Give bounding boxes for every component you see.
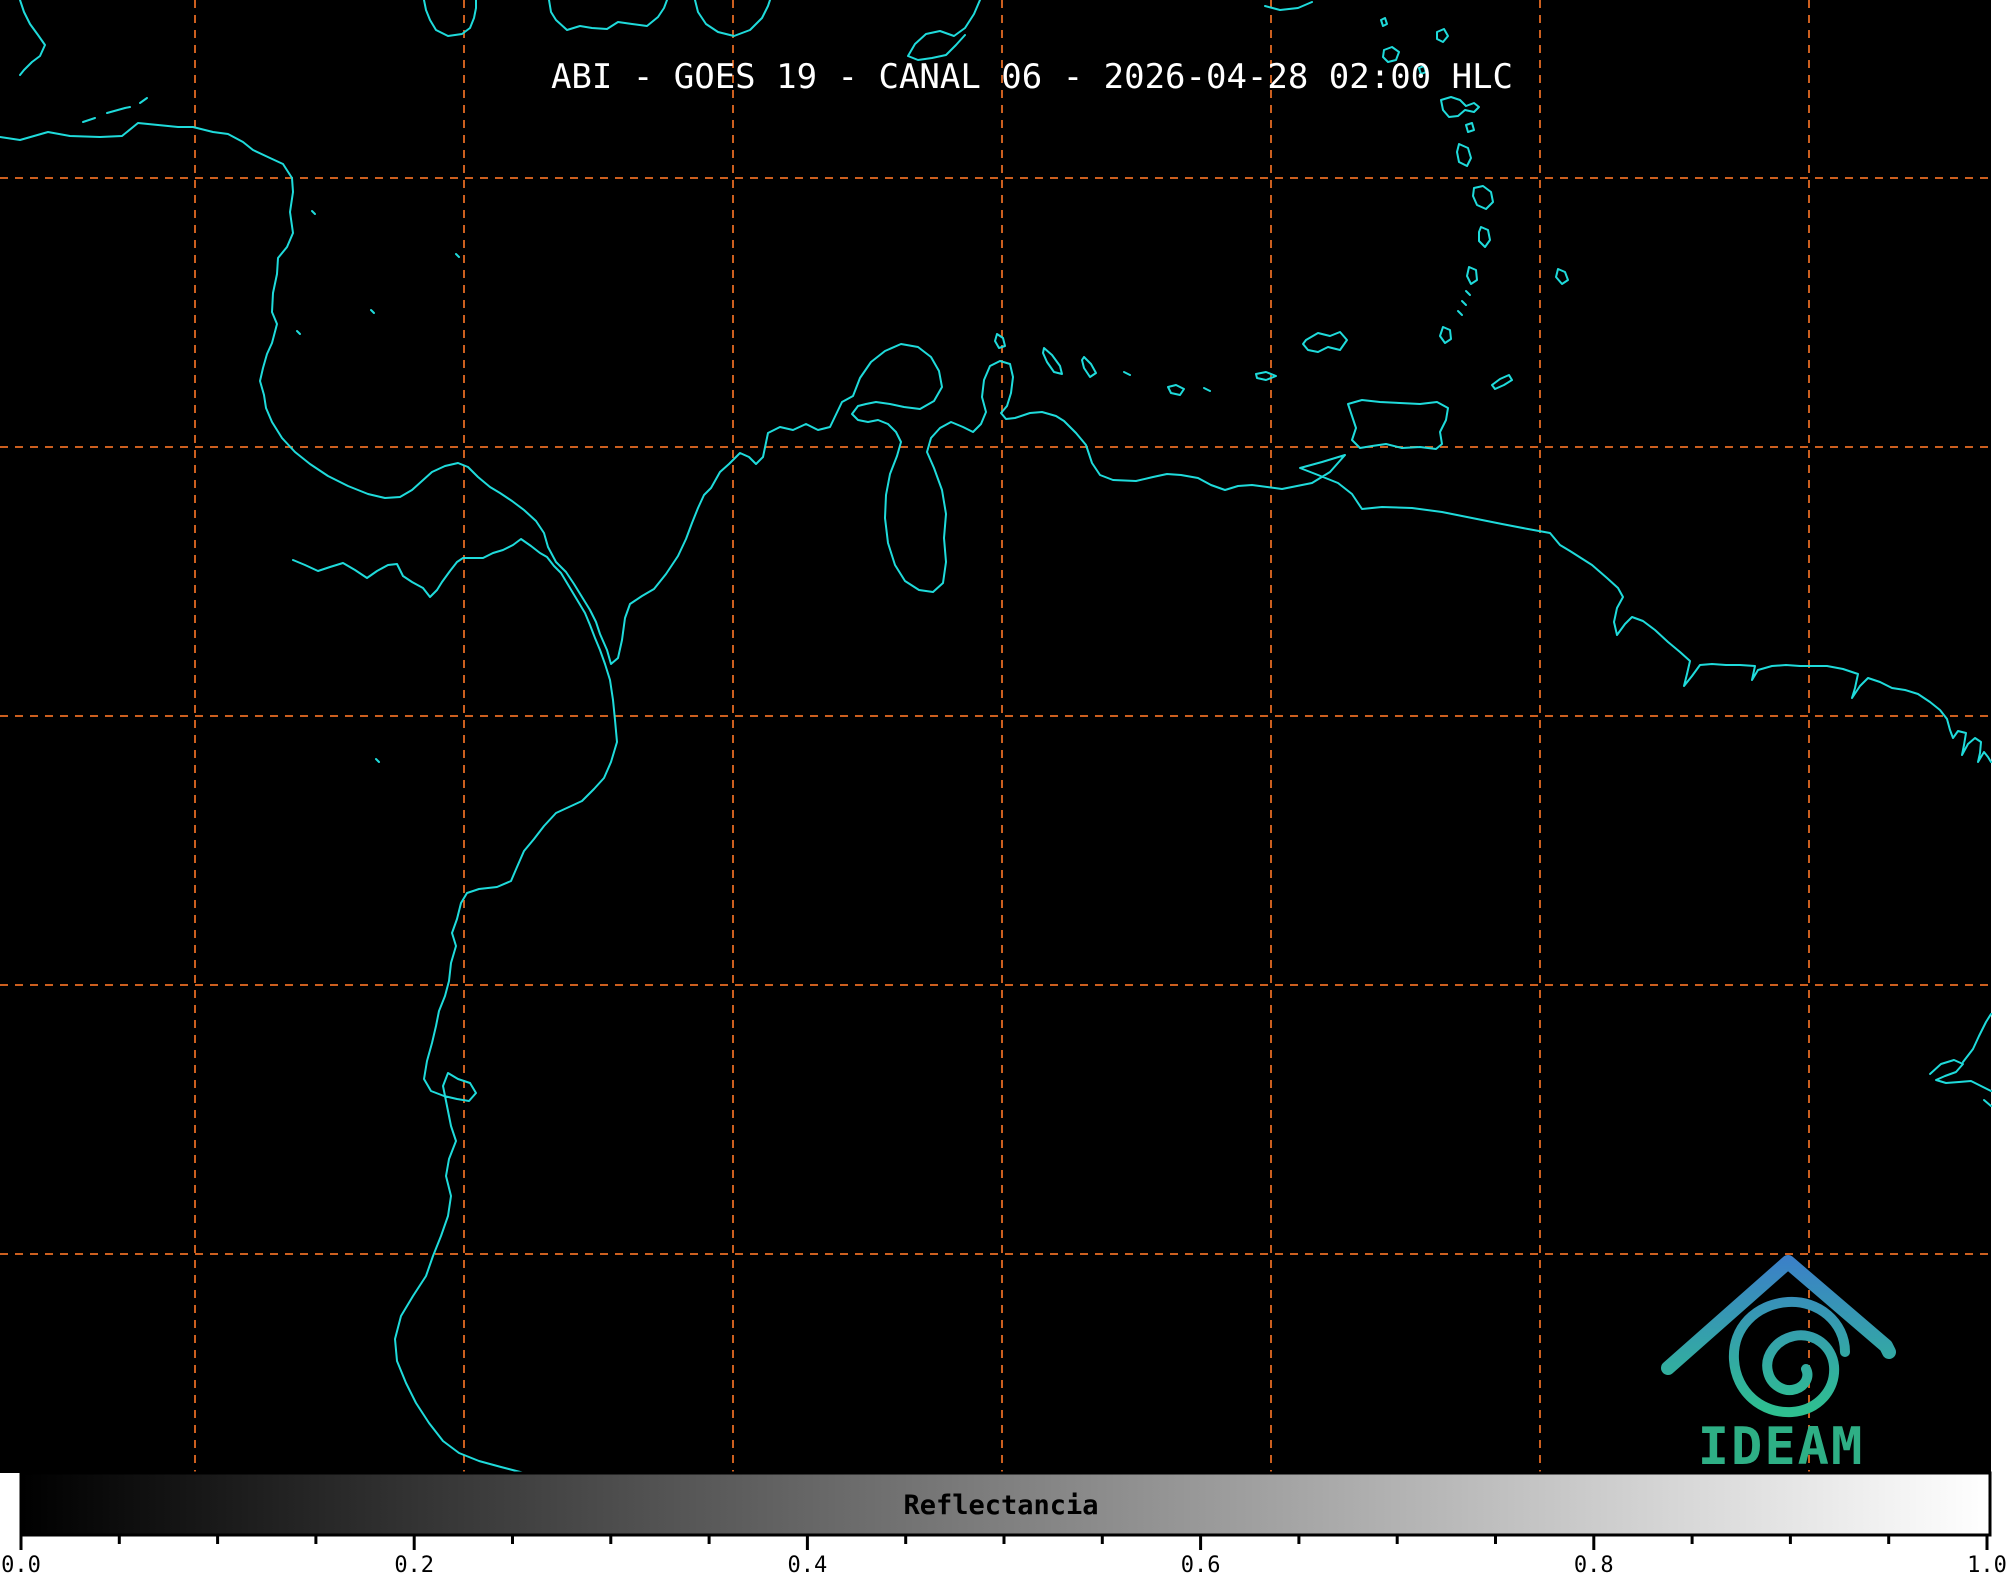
colorbar-label: Reflectancia: [903, 1490, 1098, 1521]
colorbar-ticks: 0.0 0.2 0.4 0.6 0.8 1.0: [1, 1535, 2007, 1577]
goes-satellite-scene: ABI - GOES 19 - CANAL 06 - 2026-04-28 02…: [0, 0, 2007, 1577]
colorbar-tick-label: 0.6: [1181, 1553, 1221, 1577]
logo-text: IDEAM: [1698, 1417, 1865, 1477]
colorbar-tick-label: 0.4: [788, 1553, 828, 1577]
map-background: [0, 0, 1991, 1473]
colorbar: Reflectancia 0.0 0.2 0.4 0.6 0.8 1.0: [1, 1471, 2007, 1577]
image-title: ABI - GOES 19 - CANAL 06 - 2026-04-28 02…: [551, 57, 1513, 97]
satellite-product-image: ABI - GOES 19 - CANAL 06 - 2026-04-28 02…: [0, 0, 2011, 1577]
colorbar-tick-label: 1.0: [1967, 1553, 2007, 1577]
colorbar-tick-label: 0.0: [1, 1553, 41, 1577]
colorbar-tick-label: 0.2: [394, 1553, 434, 1577]
colorbar-tick-label: 0.8: [1574, 1553, 1614, 1577]
